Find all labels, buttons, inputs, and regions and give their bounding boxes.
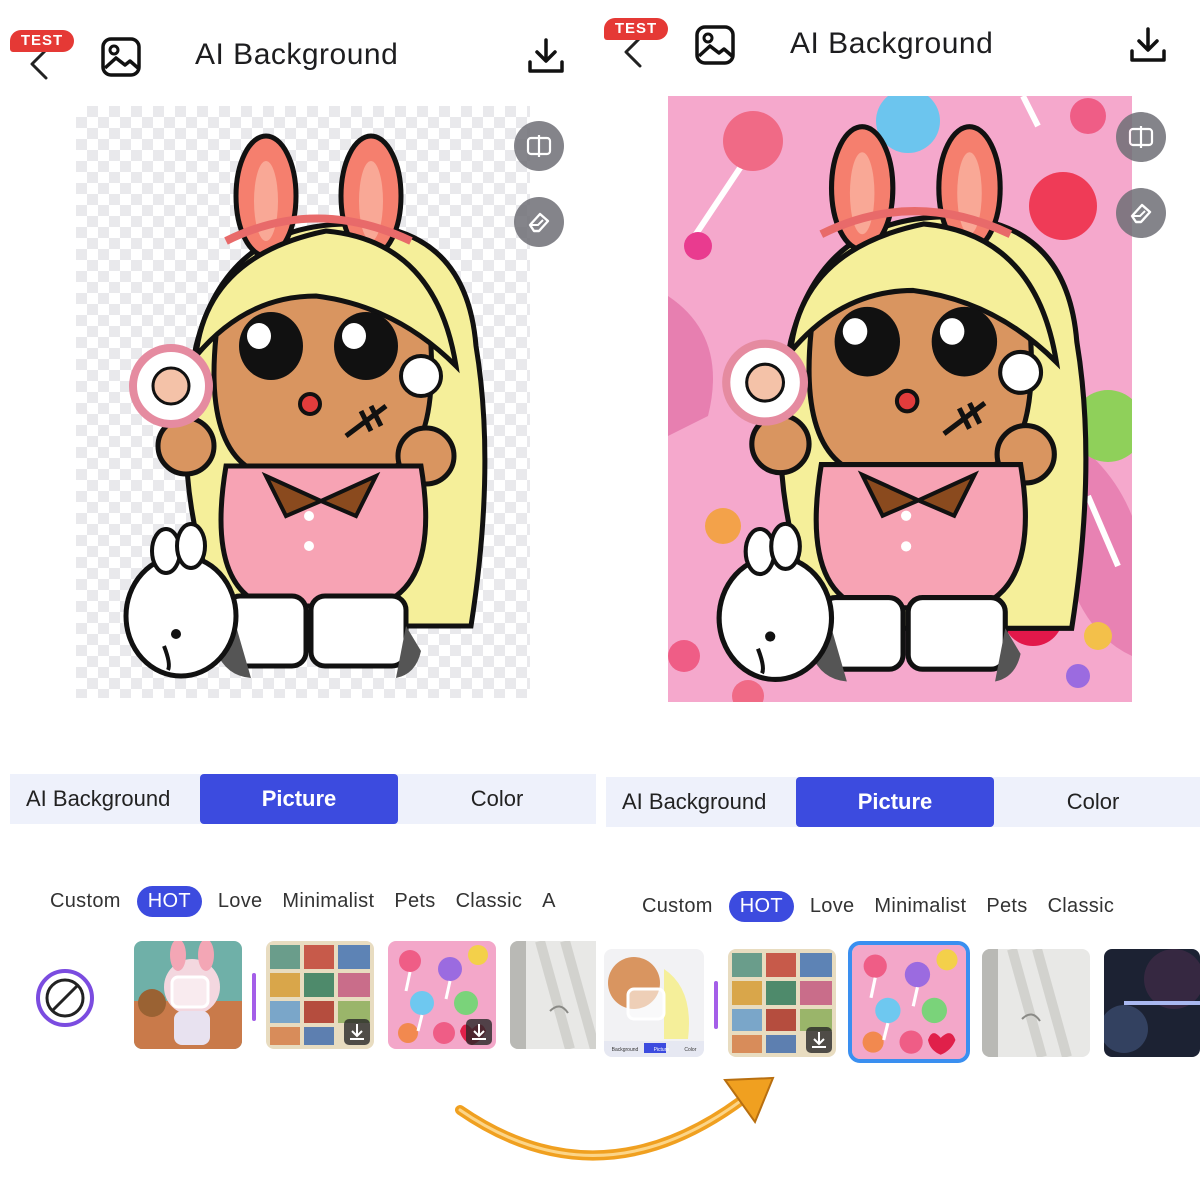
compare-icon bbox=[1128, 126, 1154, 148]
compare-button[interactable] bbox=[514, 121, 564, 171]
page-title: AI Background bbox=[195, 38, 399, 71]
download-icon[interactable] bbox=[526, 36, 566, 76]
category-classic[interactable]: Classic bbox=[456, 890, 523, 913]
image-canvas[interactable] bbox=[76, 106, 530, 698]
category-minimalist[interactable]: Minimalist bbox=[874, 895, 966, 918]
thumbnail-candy-lollipops[interactable] bbox=[388, 941, 496, 1049]
thumbnail-divider bbox=[714, 981, 718, 1029]
no-background-button[interactable] bbox=[36, 969, 94, 1027]
category-custom[interactable]: Custom bbox=[50, 890, 121, 913]
arrow-icon bbox=[455, 1076, 775, 1161]
tab-picture[interactable]: Picture bbox=[796, 777, 994, 827]
background-type-tabs: AI Background Picture Color bbox=[606, 777, 1200, 827]
character-image bbox=[668, 96, 1132, 702]
download-icon[interactable] bbox=[1128, 25, 1168, 65]
thumbnail-vintage-stamps[interactable] bbox=[266, 941, 374, 1049]
tab-color[interactable]: Color bbox=[994, 777, 1192, 827]
category-hot[interactable]: HOT bbox=[136, 886, 202, 917]
category-pets[interactable]: Pets bbox=[986, 895, 1027, 918]
compare-icon bbox=[526, 135, 552, 157]
tab-ai-background[interactable]: AI Background bbox=[10, 774, 200, 824]
thumbnail-custom-photo[interactable]: Background Picture Color bbox=[604, 949, 704, 1057]
thumbnail-galaxy[interactable] bbox=[1104, 949, 1200, 1057]
thumbnail-window-shadow[interactable] bbox=[510, 941, 596, 1049]
background-type-tabs: AI Background Picture Color bbox=[10, 774, 596, 824]
category-custom[interactable]: Custom bbox=[642, 895, 713, 918]
image-icon[interactable] bbox=[100, 36, 142, 78]
eraser-button[interactable] bbox=[1116, 188, 1166, 238]
page-title: AI Background bbox=[790, 27, 994, 60]
category-row: Custom HOT Love Minimalist Pets Classic … bbox=[40, 886, 566, 917]
tab-picture[interactable]: Picture bbox=[200, 774, 398, 824]
after-panel: TEST AI Background AI Background Picture… bbox=[604, 0, 1200, 1200]
category-minimalist[interactable]: Minimalist bbox=[282, 890, 374, 913]
category-row: Custom HOT Love Minimalist Pets Classic bbox=[632, 891, 1124, 922]
download-badge-icon bbox=[466, 1019, 492, 1045]
thumbnail-candy-lollipops[interactable] bbox=[848, 941, 970, 1063]
thumbnail-window-shadow[interactable] bbox=[982, 949, 1090, 1057]
eraser-icon bbox=[528, 212, 550, 233]
eraser-icon bbox=[1130, 203, 1152, 224]
category-classic[interactable]: Classic bbox=[1048, 895, 1115, 918]
character-image bbox=[76, 106, 530, 698]
tab-color[interactable]: Color bbox=[398, 774, 596, 824]
category-pets[interactable]: Pets bbox=[394, 890, 435, 913]
thumbnail-bunny-girl[interactable] bbox=[134, 941, 242, 1049]
thumbnail-vintage-stamps[interactable] bbox=[728, 949, 836, 1057]
category-love[interactable]: Love bbox=[218, 890, 263, 913]
image-canvas[interactable] bbox=[668, 96, 1132, 702]
download-badge-icon bbox=[806, 1027, 832, 1053]
thumbnail-divider bbox=[252, 973, 256, 1021]
test-badge: TEST bbox=[10, 30, 74, 52]
eraser-button[interactable] bbox=[514, 197, 564, 247]
before-panel: TEST AI Background AI Background Picture… bbox=[0, 0, 596, 1200]
category-truncated[interactable]: A bbox=[542, 890, 556, 913]
tab-ai-background[interactable]: AI Background bbox=[606, 777, 796, 827]
category-love[interactable]: Love bbox=[810, 895, 855, 918]
background-thumbnails bbox=[0, 941, 596, 1053]
mini-tab-strip: Background Picture Color bbox=[611, 1047, 697, 1053]
download-badge-icon bbox=[344, 1019, 370, 1045]
none-icon bbox=[45, 978, 85, 1018]
background-thumbnails: Background Picture Color bbox=[604, 941, 1200, 1063]
test-badge: TEST bbox=[604, 18, 668, 40]
category-hot[interactable]: HOT bbox=[728, 891, 794, 922]
compare-button[interactable] bbox=[1116, 112, 1166, 162]
image-icon[interactable] bbox=[694, 24, 736, 66]
